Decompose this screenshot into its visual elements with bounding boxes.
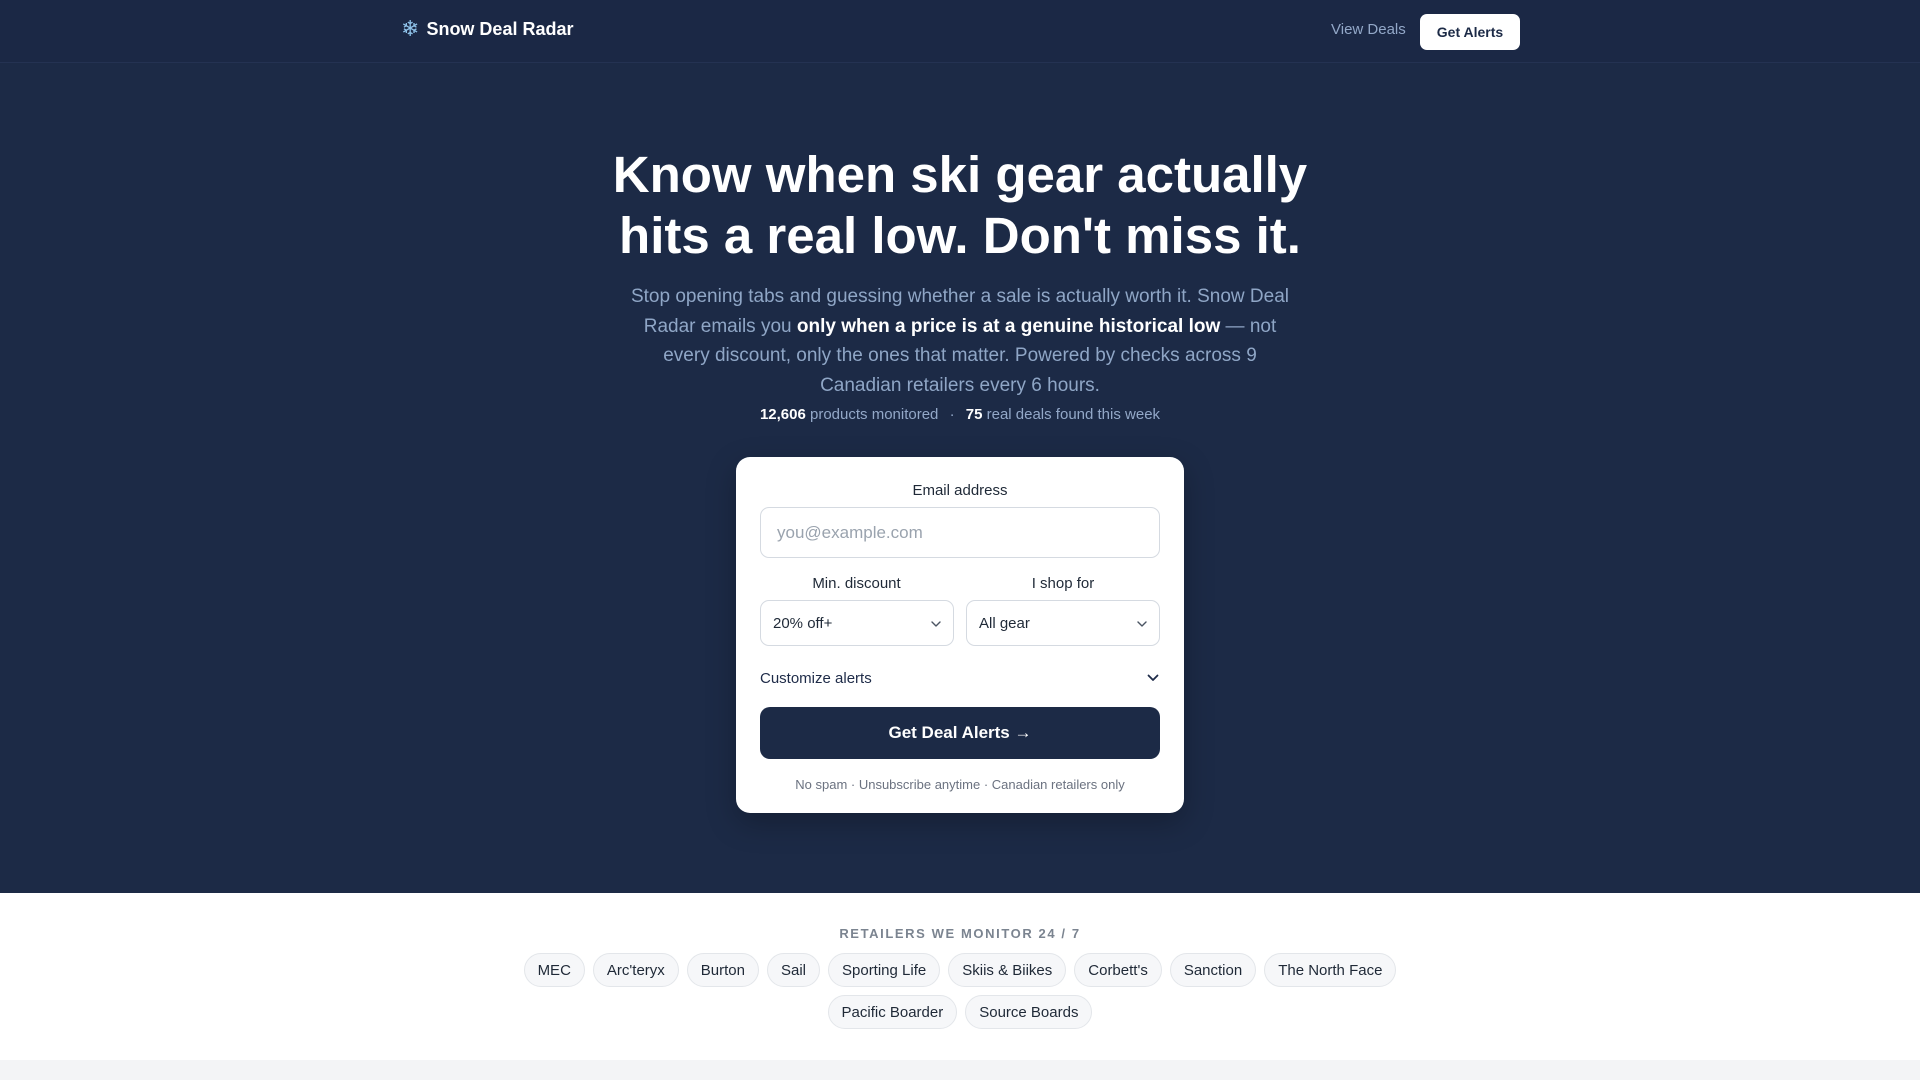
chevron-down-icon [931, 621, 941, 627]
retailer-chip: Source Boards [965, 995, 1093, 1029]
retailer-chip: Sporting Life [828, 953, 941, 987]
shop-for-value: All gear [979, 614, 1030, 632]
deals-label: real deals found this week [982, 406, 1161, 423]
headline-line-1: Know when ski gear actually [612, 146, 1308, 203]
get-alerts-nav-button[interactable]: Get Alerts [1420, 14, 1520, 50]
retailer-chip: Burton [686, 953, 759, 987]
fine-print: No spam · Unsubscribe anytime · Canadian… [795, 777, 1125, 792]
stats-separator: · [949, 406, 955, 423]
get-deal-alerts-button[interactable]: Get Deal Alerts → [760, 707, 1160, 759]
headline-line-2: hits a real low. Don't miss it. [619, 207, 1301, 264]
shop-for-select[interactable]: All gear [966, 600, 1160, 646]
retailers-section: RETAILERS WE MONITOR 24 / 7 MEC Arc'tery… [0, 893, 1920, 1060]
view-deals-link[interactable]: View Deals [1331, 21, 1406, 38]
deals-count: 75 [965, 406, 983, 423]
min-discount-select[interactable]: 20% off+ [760, 600, 954, 646]
products-label: products monitored [805, 406, 939, 423]
customize-alerts-label: Customize alerts [760, 669, 872, 687]
retailer-chip: Arc'teryx [592, 953, 679, 987]
brand-logo[interactable]: ❄ Snow Deal Radar [401, 18, 573, 40]
chevron-down-icon [1147, 674, 1159, 681]
retailer-chip: Corbett's [1074, 953, 1162, 987]
signup-card: Email address Min. discount I shop for 2… [736, 457, 1184, 813]
retailer-chip: Pacific Boarder [827, 995, 958, 1029]
hero-headline: Know when ski gear actually hits a real … [560, 144, 1360, 266]
retailer-chip: Sail [766, 953, 820, 987]
hero-description: Stop opening tabs and guessing whether a… [620, 282, 1300, 400]
retailer-list: MEC Arc'teryx Burton Sail Sporting Life … [520, 953, 1400, 1029]
customize-alerts-toggle[interactable]: Customize alerts [760, 667, 1160, 689]
hero-section: Know when ski gear actually hits a real … [0, 64, 1920, 893]
retailer-chip: MEC [523, 953, 585, 987]
shop-for-label: I shop for [1031, 575, 1095, 592]
email-field[interactable] [760, 507, 1160, 558]
retailer-chip: Skiis & Biikes [948, 953, 1067, 987]
top-nav-bar: ❄ Snow Deal Radar View Deals Get Alerts [0, 0, 1920, 63]
retailer-chip: Sanction [1169, 953, 1257, 987]
products-count: 12,606 [759, 406, 806, 423]
min-discount-label: Min. discount [812, 575, 901, 592]
email-label: Email address [912, 482, 1008, 499]
retailers-heading: RETAILERS WE MONITOR 24 / 7 [839, 926, 1081, 941]
chevron-down-icon [1137, 621, 1147, 627]
brand-name: Snow Deal Radar [426, 18, 574, 39]
stats-line: 12,606 products monitored · 75 real deal… [560, 406, 1360, 423]
min-discount-value: 20% off+ [773, 614, 833, 632]
retailer-chip: The North Face [1264, 953, 1397, 987]
next-section-edge [0, 1060, 1920, 1080]
snowflake-icon: ❄ [401, 16, 420, 41]
description-highlight: only when a price is at a genuine histor… [796, 315, 1221, 337]
